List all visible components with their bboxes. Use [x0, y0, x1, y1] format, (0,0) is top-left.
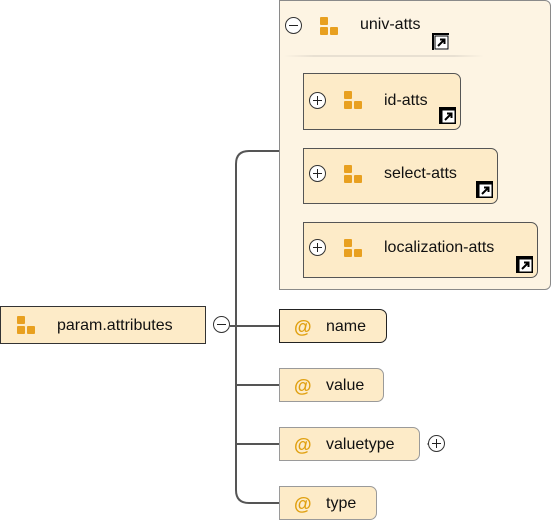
group-child-label: select-atts: [384, 165, 457, 182]
group-child-node[interactable]: select-atts: [303, 148, 498, 204]
univ-atts-group: univ-atts id-atts select-atts localizati…: [279, 0, 551, 290]
attribute-node[interactable]: @ name: [279, 309, 387, 343]
root-element-node[interactable]: param.attributes: [0, 306, 206, 344]
group-child-node[interactable]: localization-atts: [303, 222, 538, 278]
attribute-icon: @: [294, 494, 312, 514]
root-element-label: param.attributes: [57, 317, 173, 334]
attribute-label: value: [326, 377, 365, 394]
attribute-node[interactable]: @ value: [279, 368, 384, 402]
element-icon: [320, 17, 342, 39]
collapse-icon[interactable]: [285, 17, 302, 34]
attribute-label: type: [326, 495, 357, 512]
attribute-node[interactable]: @ type: [279, 486, 377, 520]
attribute-icon: @: [294, 317, 312, 337]
attribute-label: name: [326, 318, 367, 335]
attribute-node[interactable]: @ valuetype: [279, 427, 420, 461]
collapse-icon[interactable]: [213, 316, 230, 333]
expand-icon[interactable]: [309, 239, 326, 256]
element-icon: [17, 316, 39, 338]
group-child-node[interactable]: id-atts: [303, 73, 461, 130]
group-child-label: id-atts: [384, 92, 428, 109]
link-icon[interactable]: [439, 107, 456, 124]
link-icon[interactable]: [432, 33, 449, 50]
element-icon: [344, 165, 366, 187]
link-icon[interactable]: [476, 181, 493, 198]
expand-icon[interactable]: [428, 435, 445, 452]
link-icon[interactable]: [516, 256, 533, 273]
group-separator: [284, 55, 484, 57]
expand-icon[interactable]: [309, 165, 326, 182]
element-icon: [344, 91, 366, 113]
group-label[interactable]: univ-atts: [360, 16, 420, 34]
expand-icon[interactable]: [309, 92, 326, 109]
attribute-label: valuetype: [326, 436, 395, 453]
group-child-label: localization-atts: [384, 239, 495, 256]
element-icon: [344, 239, 366, 261]
attribute-icon: @: [294, 435, 312, 455]
attribute-icon: @: [294, 376, 312, 396]
